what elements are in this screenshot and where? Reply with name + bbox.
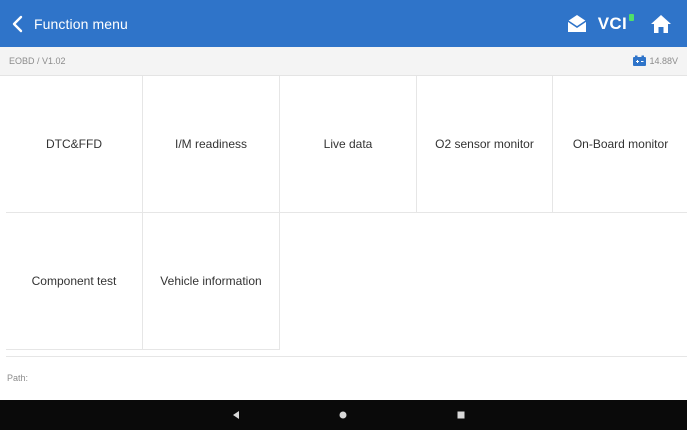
function-on-board-monitor[interactable]: On-Board monitor bbox=[553, 76, 687, 213]
path-label: Path: bbox=[7, 373, 29, 383]
square-icon bbox=[457, 411, 465, 419]
triangle-left-icon bbox=[233, 411, 239, 419]
page-title: Function menu bbox=[34, 15, 128, 32]
back-button[interactable] bbox=[2, 0, 32, 47]
vci-connected-indicator bbox=[629, 13, 634, 21]
empty-cell bbox=[417, 213, 553, 350]
divider bbox=[6, 356, 687, 357]
function-vehicle-information[interactable]: Vehicle information bbox=[143, 213, 280, 350]
vci-label: VCI bbox=[597, 13, 627, 33]
empty-cell bbox=[280, 213, 417, 350]
battery-icon bbox=[633, 55, 647, 66]
nav-back-button[interactable] bbox=[228, 407, 244, 423]
empty-cell bbox=[553, 213, 687, 350]
function-grid: DTC&FFD I/M readiness Live data O2 senso… bbox=[6, 76, 687, 350]
circle-icon bbox=[339, 411, 347, 419]
chevron-left-icon bbox=[12, 15, 23, 32]
function-live-data[interactable]: Live data bbox=[280, 76, 417, 213]
function-dtc-ffd[interactable]: DTC&FFD bbox=[6, 76, 143, 213]
breadcrumb: EOBD / V1.02 bbox=[9, 56, 66, 66]
system-nav-bar bbox=[0, 400, 687, 430]
home-icon[interactable] bbox=[649, 12, 673, 36]
message-icon[interactable] bbox=[566, 13, 588, 35]
nav-home-button[interactable] bbox=[335, 407, 351, 423]
function-component-test[interactable]: Component test bbox=[6, 213, 143, 350]
battery-voltage: 14.88V bbox=[649, 55, 678, 66]
title-bar: Function menu VCI bbox=[0, 0, 687, 47]
sub-header: EOBD / V1.02 14.88V bbox=[0, 47, 687, 76]
vci-status[interactable]: VCI bbox=[597, 13, 634, 34]
nav-recent-apps-button[interactable] bbox=[453, 407, 469, 423]
function-im-readiness[interactable]: I/M readiness bbox=[143, 76, 280, 213]
battery-status: 14.88V bbox=[633, 55, 678, 66]
function-o2-sensor-monitor[interactable]: O2 sensor monitor bbox=[417, 76, 553, 213]
